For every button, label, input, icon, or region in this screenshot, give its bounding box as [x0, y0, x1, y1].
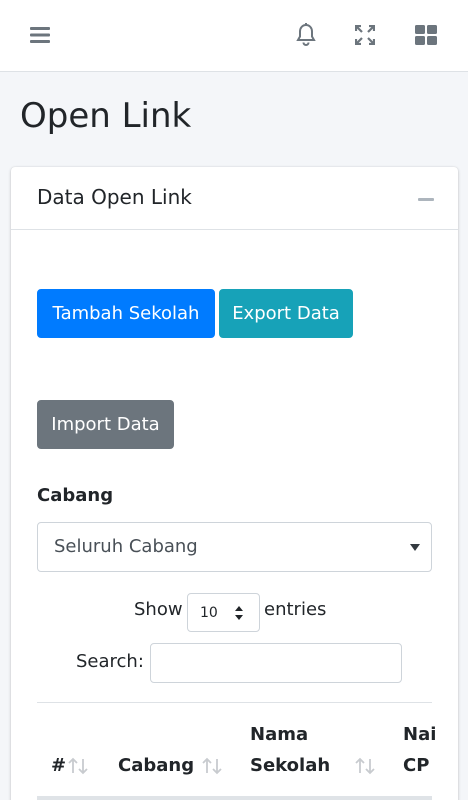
sort-icon	[202, 757, 222, 775]
table-divider	[37, 702, 432, 703]
export-data-button[interactable]: Export Data	[219, 289, 353, 338]
card-header: Data Open Link	[11, 167, 458, 230]
column-header-branch[interactable]: Cabang	[118, 750, 194, 781]
page-length-value: 10	[200, 605, 218, 621]
page-title: Open Link	[20, 96, 192, 136]
bell-icon[interactable]	[293, 22, 319, 48]
table-row	[37, 796, 432, 800]
top-navbar	[0, 0, 468, 72]
page-length-select[interactable]: 10	[187, 593, 260, 632]
search-input[interactable]	[150, 643, 402, 683]
sort-icon	[355, 757, 375, 775]
branch-select-value: Seluruh Cabang	[54, 536, 198, 557]
show-label: Show	[134, 599, 183, 620]
column-header-cp-name-label: Nai CP	[403, 724, 437, 776]
column-header-number[interactable]: #	[51, 750, 66, 781]
add-school-button[interactable]: Tambah Sekolah	[37, 289, 215, 338]
caret-down-icon	[410, 544, 420, 551]
card-title: Data Open Link	[37, 185, 192, 209]
column-header-branch-label: Cabang	[118, 755, 195, 776]
sort-arrows-icon	[235, 606, 243, 620]
import-data-button[interactable]: Import Data	[37, 400, 174, 449]
hamburger-menu-icon[interactable]	[27, 22, 53, 48]
column-header-school-name[interactable]: Nama Sekolah	[250, 719, 340, 781]
branch-filter-label: Cabang	[37, 485, 114, 506]
collapse-minus-icon[interactable]	[418, 198, 434, 201]
fullscreen-icon[interactable]	[352, 22, 378, 48]
branch-select[interactable]: Seluruh Cabang	[37, 522, 432, 572]
sort-icon	[68, 757, 88, 775]
column-header-cp-name[interactable]: Nai CP	[403, 719, 443, 781]
column-header-school-name-label: Nama Sekolah	[250, 724, 331, 776]
entries-label: entries	[264, 599, 327, 620]
data-card: Data Open Link Tambah Sekolah Export Dat…	[11, 167, 458, 800]
apps-grid-icon[interactable]	[413, 22, 439, 48]
column-header-number-label: #	[51, 755, 67, 776]
search-label: Search:	[76, 651, 144, 672]
